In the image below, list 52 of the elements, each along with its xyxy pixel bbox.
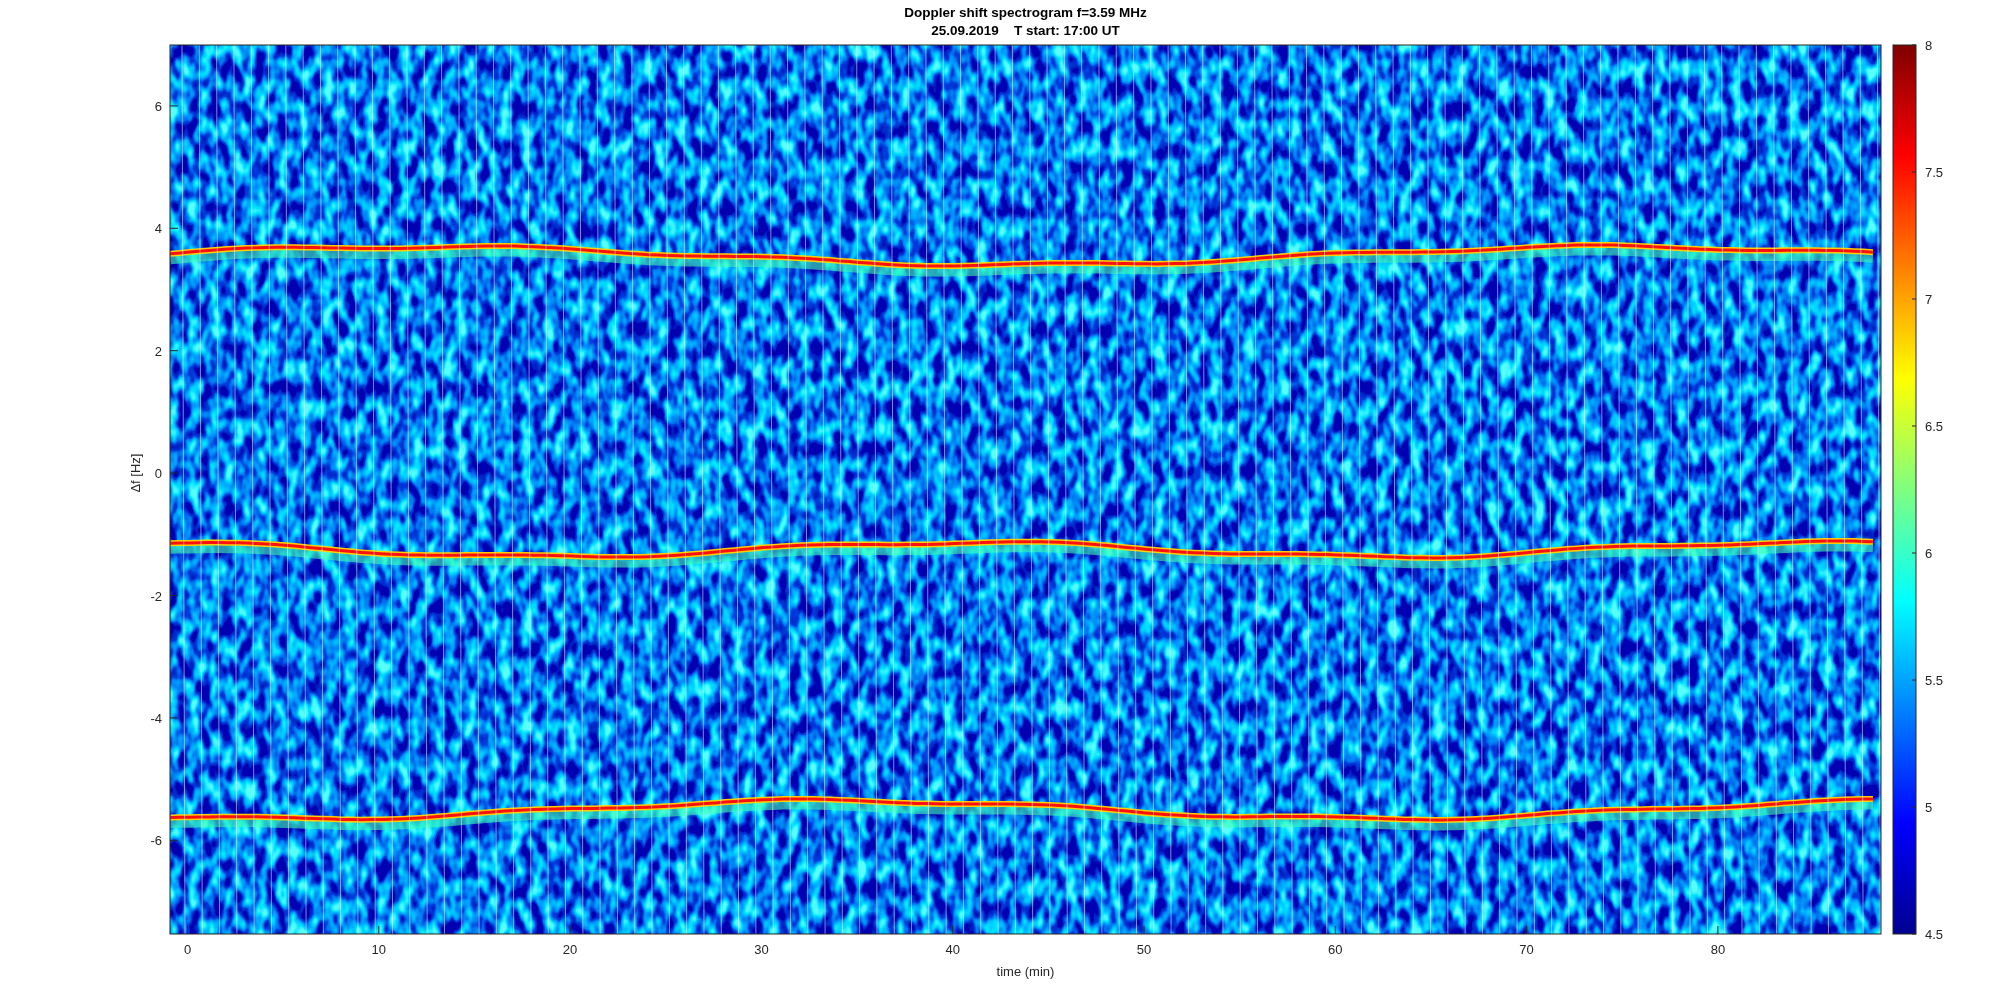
colorbar-tick-label: 7 [1925,292,1933,307]
y-axis-label: Δf [Hz] [128,453,143,493]
colorbar-tick-label: 8 [1925,38,1933,53]
tick-mark [1911,679,1917,681]
x-tick-label: 40 [945,942,960,957]
y-tick-label: -6 [150,833,162,849]
tick-mark [1911,298,1917,300]
tick-mark [1911,44,1917,46]
colorbar-tick-label: 6.5 [1925,419,1944,434]
x-tick-label: 50 [1136,942,1152,957]
tick-mark [378,925,380,935]
y-tick-label: -4 [150,710,162,726]
x-tick-label: 20 [562,942,578,957]
colorbar-tick-label: 6 [1925,546,1933,561]
x-tick-label: 0 [183,942,192,957]
x-tick-label: 70 [1519,942,1534,957]
tick-mark [1911,171,1917,173]
colorbar-tick-label: 5 [1925,800,1933,815]
tick-mark [187,925,188,935]
tick-mark [1911,933,1917,935]
tick-mark [569,925,571,935]
x-axis-label: time (min) [996,964,1055,979]
tick-mark [169,350,179,352]
tick-mark [1143,925,1145,935]
x-tick-label: 80 [1710,942,1726,957]
tick-mark [1334,925,1336,935]
tick-mark [169,472,179,474]
x-tick-label: 30 [754,942,769,957]
tick-mark [169,227,179,229]
tick-mark [169,717,179,719]
chart-title: 25.09.2019 T start: 17:00 UT [931,23,1120,38]
chart-title: Doppler shift spectrogram f=3.59 MHz [904,5,1147,20]
y-tick-label: 2 [154,343,162,359]
tick-mark [1911,552,1917,554]
colorbar-tick-label: 4.5 [1925,927,1944,942]
y-tick-label: 4 [154,221,162,237]
tick-mark [760,925,762,935]
tick-mark [169,595,179,596]
tick-mark [1526,925,1528,935]
colorbar-tick-label: 5.5 [1925,673,1944,688]
tick-mark [169,839,179,841]
tick-mark [169,105,179,107]
y-tick-label: 6 [154,98,162,114]
tick-mark [952,925,954,935]
y-tick-label: 0 [154,466,162,482]
tick-mark [1911,806,1917,808]
colorbar-tick-label: 7.5 [1925,165,1944,180]
y-tick-label: -2 [150,588,162,604]
tick-mark [1911,425,1917,427]
x-tick-label: 60 [1328,942,1343,957]
tick-mark [1717,925,1719,935]
x-tick-label: 10 [371,942,387,957]
